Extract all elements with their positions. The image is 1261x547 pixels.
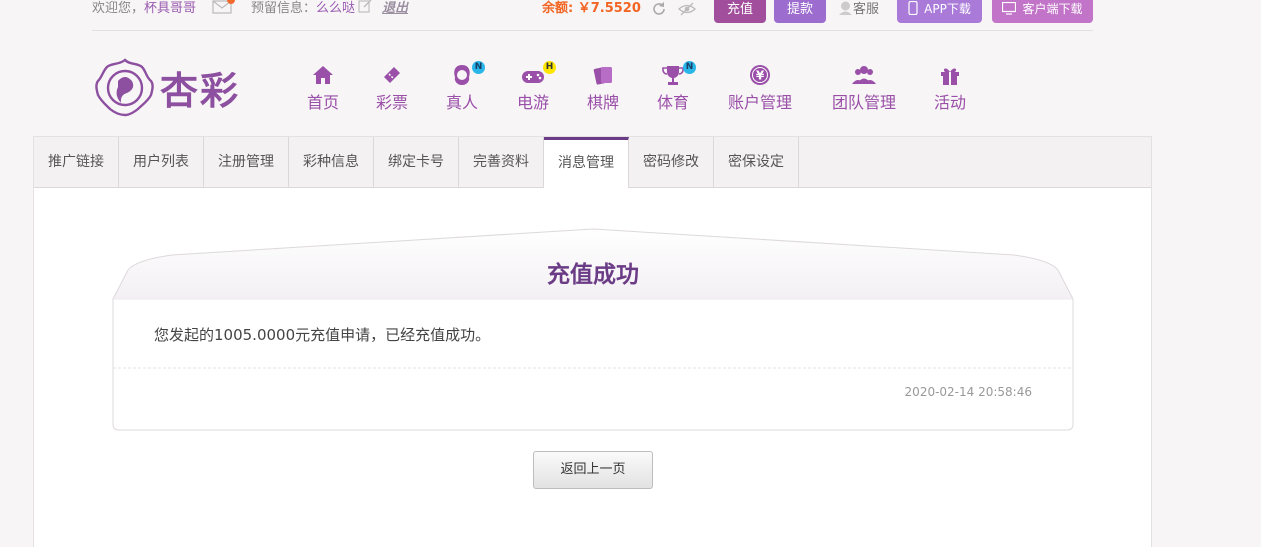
tab-user-list[interactable]: 用户列表 [119, 137, 204, 188]
tab-profile[interactable]: 完善资料 [459, 137, 544, 188]
tab-bind-card[interactable]: 绑定卡号 [374, 137, 459, 188]
withdraw-button[interactable]: 提款 [774, 0, 826, 23]
balance-text: 余额: ￥7.5520 [542, 1, 641, 16]
app-download-button[interactable]: APP下载 [897, 0, 982, 23]
client-download-button[interactable]: 客户端下载 [992, 0, 1093, 23]
live-dealer-icon [454, 65, 470, 85]
yen-coin-icon: ¥ [750, 65, 770, 85]
nav-badge: N [472, 61, 485, 74]
nav-home[interactable]: 首页 [306, 63, 340, 113]
tab-security-question[interactable]: 密保设定 [714, 137, 799, 188]
customer-service-link[interactable]: 客服 [838, 0, 879, 18]
monitor-icon [1002, 1, 1017, 15]
message-title: 充值成功 [547, 262, 639, 288]
trophy-icon [662, 66, 684, 85]
svg-text:¥: ¥ [756, 69, 765, 83]
welcome-text: 欢迎您，杯具哥哥 [92, 1, 197, 16]
reserved-info: 预留信息：么么哒 [251, 1, 356, 16]
gift-icon [941, 68, 959, 85]
tab-lottery-info[interactable]: 彩种信息 [289, 137, 374, 188]
tab-register[interactable]: 注册管理 [204, 137, 289, 188]
hide-balance-icon[interactable] [678, 1, 696, 17]
phone-icon [908, 0, 918, 16]
nav-badge: N [683, 61, 696, 74]
tab-messages[interactable]: 消息管理 [544, 137, 629, 188]
refresh-icon[interactable] [651, 1, 667, 17]
nav-activity[interactable]: 活动 [933, 63, 967, 113]
nav-account[interactable]: ¥ 账户管理 [726, 63, 794, 113]
nav-badge: H [543, 61, 556, 74]
message-timestamp: 2020-02-14 20:58:46 [904, 385, 1032, 399]
nav-chess[interactable]: 棋牌 [586, 63, 620, 113]
sub-tabs: 推广链接 用户列表 注册管理 彩种信息 绑定卡号 完善资料 消息管理 密码修改 … [34, 137, 1151, 188]
team-icon [852, 66, 876, 84]
back-button[interactable]: 返回上一页 [533, 451, 653, 489]
username[interactable]: 杯具哥哥 [144, 1, 196, 16]
nav-sports[interactable]: N 体育 [656, 61, 696, 113]
service-icon [839, 1, 852, 15]
home-icon [313, 66, 333, 84]
nav-team[interactable]: 团队管理 [830, 63, 898, 113]
nav-live[interactable]: N 真人 [445, 61, 485, 113]
brand-logo-text[interactable]: 杏彩 [160, 60, 240, 115]
top-bar: 欢迎您，杯具哥哥 预留信息：么么哒 退出 余额: ￥7.5520 充值 提款 客… [92, 0, 1093, 31]
ticket-icon [384, 67, 400, 83]
recharge-button[interactable]: 充值 [714, 0, 766, 23]
brand-logo-icon[interactable] [94, 57, 156, 117]
nav-lottery[interactable]: 彩票 [375, 63, 409, 113]
logout-link[interactable]: 退出 [382, 0, 408, 17]
edit-icon[interactable] [358, 0, 372, 13]
tab-password[interactable]: 密码修改 [629, 137, 714, 188]
message-body: 您发起的1005.0000元充值申请，已经充值成功。 [154, 326, 491, 344]
cards-icon [593, 67, 612, 85]
nav-egame[interactable]: H 电游 [516, 61, 556, 113]
tab-promo-link[interactable]: 推广链接 [34, 137, 119, 188]
